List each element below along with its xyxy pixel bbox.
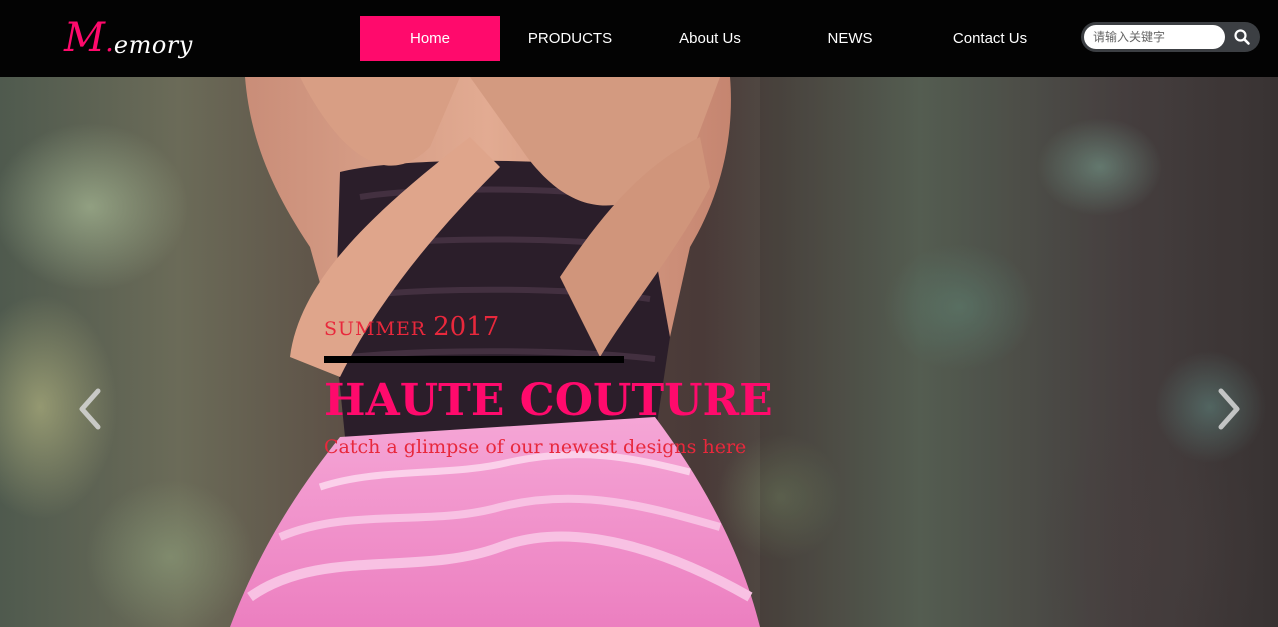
- hero-season: SUMMER 2017: [324, 312, 844, 342]
- nav-item-contact-us[interactable]: Contact Us: [920, 16, 1060, 61]
- site-header: M.emory Home PRODUCTS About Us NEWS Cont…: [0, 0, 1278, 77]
- hero-caption: SUMMER 2017 HAUTE COUTURE Catch a glimps…: [324, 312, 844, 461]
- nav-item-home[interactable]: Home: [360, 16, 500, 61]
- search-box: [1081, 22, 1260, 52]
- hero-year: 2017: [433, 312, 500, 342]
- logo-initial: M: [64, 15, 105, 61]
- chevron-right-icon[interactable]: [1213, 387, 1243, 431]
- caption-divider: [324, 356, 624, 363]
- nav-item-about-us[interactable]: About Us: [640, 16, 780, 61]
- hero-subtitle: Catch a glimpse of our newest designs he…: [324, 436, 747, 458]
- logo[interactable]: M.emory: [64, 14, 193, 62]
- logo-dot: .: [104, 25, 114, 58]
- hero-title: HAUTE COUTURE: [324, 375, 773, 426]
- logo-text: emory: [113, 31, 193, 59]
- hero-slider: SUMMER 2017 HAUTE COUTURE Catch a glimps…: [0, 77, 1278, 627]
- nav-item-products[interactable]: PRODUCTS: [500, 16, 640, 61]
- nav-item-news[interactable]: NEWS: [780, 16, 920, 61]
- hero-season-label: SUMMER: [324, 318, 427, 340]
- search-icon[interactable]: [1233, 28, 1251, 46]
- chevron-left-icon[interactable]: [76, 387, 106, 431]
- main-nav: Home PRODUCTS About Us NEWS Contact Us: [360, 16, 1060, 61]
- search-input[interactable]: [1084, 25, 1225, 49]
